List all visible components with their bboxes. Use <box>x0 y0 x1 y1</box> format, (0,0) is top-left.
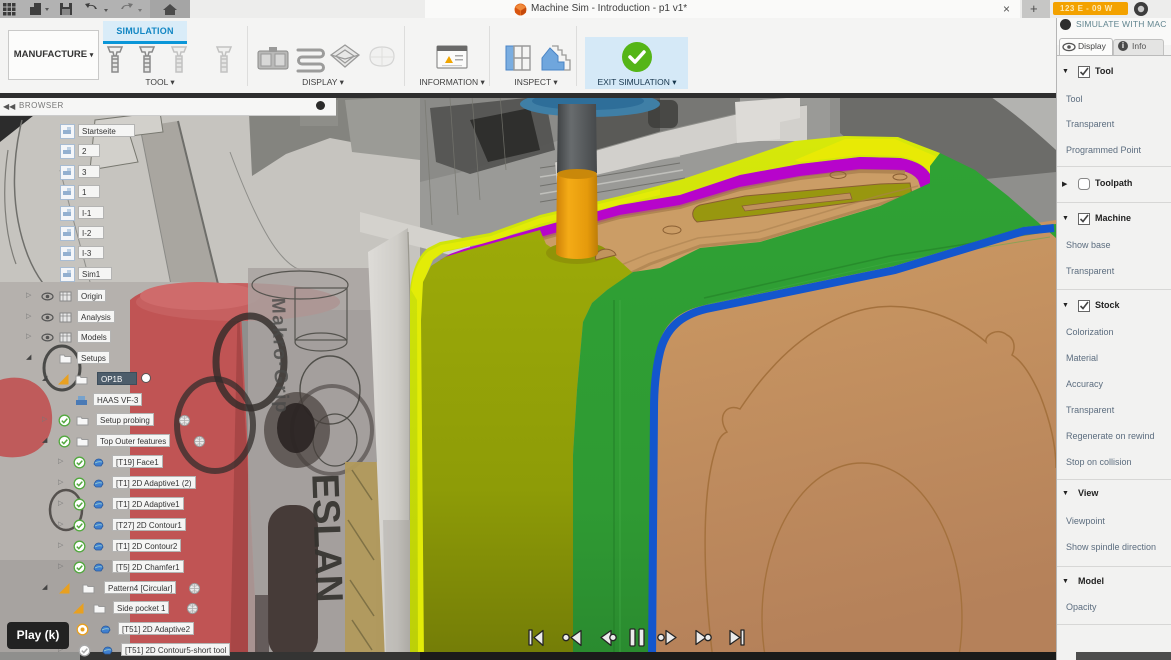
svg-text:ESLAN: ESLAN <box>303 473 349 603</box>
svg-text:Makro·Grip: Makro·Grip <box>267 297 292 414</box>
